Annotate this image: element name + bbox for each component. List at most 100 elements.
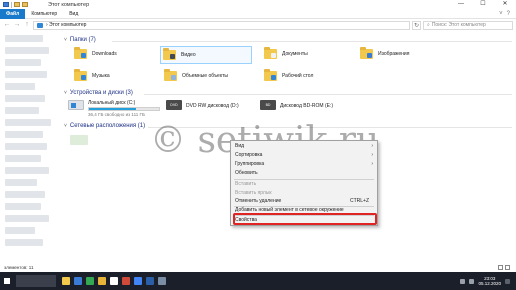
nav-item[interactable] bbox=[5, 143, 47, 150]
folder-icon bbox=[163, 48, 176, 60]
windows-logo-icon bbox=[4, 278, 10, 284]
details-view-icon[interactable] bbox=[498, 265, 503, 270]
expand-ribbon-icon[interactable]: ˅ bbox=[499, 11, 503, 17]
folder-icon bbox=[360, 47, 373, 59]
tab-file[interactable]: Файл bbox=[0, 8, 26, 19]
nav-item[interactable] bbox=[5, 59, 41, 66]
drive-name: DVD RW дисковод (D:) bbox=[186, 103, 239, 109]
folder-icon bbox=[74, 47, 87, 59]
chevron-right-icon: › bbox=[371, 152, 373, 158]
taskbar: 23:03 05.12.2020 bbox=[0, 272, 516, 290]
large-icons-view-icon[interactable] bbox=[505, 265, 510, 270]
nav-item[interactable] bbox=[5, 71, 47, 78]
folder-item[interactable]: Видео bbox=[160, 46, 252, 64]
properties-highlight bbox=[233, 213, 377, 225]
back-button[interactable]: ← bbox=[3, 19, 11, 31]
chevron-down-icon: ˅ bbox=[64, 37, 67, 43]
drive-item[interactable]: DVD DVD RW дисковод (D:) bbox=[166, 100, 239, 110]
computer-icon bbox=[37, 22, 43, 28]
search-placeholder: Поиск: Этот компьютер bbox=[431, 22, 486, 28]
start-button[interactable] bbox=[0, 272, 14, 290]
drive-item[interactable]: BD Дисковод BD-ROM (E:) bbox=[260, 100, 333, 110]
close-button[interactable]: ✕ bbox=[494, 0, 516, 9]
clock-date: 05.12.2020 bbox=[478, 281, 501, 286]
drive-usage-bar bbox=[88, 107, 160, 111]
nav-item[interactable] bbox=[5, 155, 41, 162]
nav-item[interactable] bbox=[5, 95, 45, 102]
folder-item[interactable]: Downloads bbox=[72, 47, 119, 60]
hard-drive-icon bbox=[68, 100, 84, 110]
ribbon-tabs: Файл Компьютер Вид ˅ ? bbox=[0, 8, 516, 19]
taskbar-app-icon[interactable] bbox=[98, 277, 106, 285]
drive-item[interactable]: Локальный диск (C:) 36,4 ГБ свободно из … bbox=[68, 100, 160, 117]
search-icon: ⌕ bbox=[427, 22, 430, 28]
nav-item[interactable] bbox=[5, 227, 35, 234]
refresh-button[interactable]: ↻ bbox=[412, 20, 421, 30]
status-bar: элементов: 11 bbox=[0, 264, 516, 272]
chevron-down-icon: ˅ bbox=[64, 123, 67, 129]
section-folders[interactable]: ˅ Папки (7) bbox=[64, 37, 96, 43]
nav-item[interactable] bbox=[5, 83, 35, 90]
menu-item-sort[interactable]: Сортировка › bbox=[231, 151, 377, 160]
taskbar-app-icon[interactable] bbox=[146, 277, 154, 285]
drive-free-space: 36,4 ГБ свободно из 111 ГБ bbox=[88, 112, 145, 117]
taskbar-search[interactable] bbox=[16, 275, 56, 287]
taskbar-app-icon[interactable] bbox=[74, 277, 82, 285]
nav-item[interactable] bbox=[5, 167, 49, 174]
folder-item[interactable]: Изображения bbox=[358, 47, 411, 60]
taskbar-app-icon[interactable] bbox=[158, 277, 166, 285]
menu-item-view[interactable]: Вид › bbox=[231, 142, 377, 151]
nav-item[interactable] bbox=[5, 215, 49, 222]
folder-item[interactable]: Объемные объекты bbox=[162, 69, 230, 82]
system-tray: 23:03 05.12.2020 bbox=[460, 276, 516, 286]
menu-item-paste: Вставить bbox=[235, 181, 257, 187]
taskbar-app-icon[interactable] bbox=[134, 277, 142, 285]
nav-item[interactable] bbox=[5, 191, 45, 198]
clock[interactable]: 23:03 05.12.2020 bbox=[478, 276, 501, 286]
nav-item[interactable] bbox=[5, 119, 51, 126]
volume-icon[interactable] bbox=[469, 278, 475, 284]
nav-item[interactable] bbox=[5, 131, 43, 138]
nav-item[interactable] bbox=[5, 239, 43, 246]
chevron-right-icon: › bbox=[371, 161, 373, 167]
network-location-icon[interactable] bbox=[70, 135, 88, 145]
taskbar-app-icon[interactable] bbox=[62, 277, 70, 285]
menu-item-undo-delete[interactable]: Отменить удаление CTRL+Z bbox=[231, 197, 377, 206]
section-network[interactable]: ˅ Сетевые расположения (1) bbox=[64, 123, 145, 129]
section-drives[interactable]: ˅ Устройства и диски (3) bbox=[64, 90, 133, 96]
menu-item-group[interactable]: Группировка › bbox=[231, 160, 377, 169]
computer-icon bbox=[3, 2, 9, 7]
search-input[interactable]: ⌕ Поиск: Этот компьютер bbox=[423, 20, 513, 30]
minimize-button[interactable]: — bbox=[450, 0, 472, 9]
tab-view[interactable]: Вид bbox=[63, 9, 84, 19]
nav-item[interactable] bbox=[5, 203, 41, 210]
chevron-down-icon: ˅ bbox=[64, 90, 67, 96]
drive-name: Дисковод BD-ROM (E:) bbox=[280, 103, 334, 109]
nav-item[interactable] bbox=[5, 35, 43, 42]
nav-item[interactable] bbox=[5, 47, 49, 54]
menu-item-refresh[interactable]: Обновить bbox=[231, 169, 377, 178]
forward-button[interactable]: → bbox=[13, 19, 21, 31]
address-field[interactable]: › Этот компьютер bbox=[33, 20, 410, 30]
nav-item[interactable] bbox=[5, 179, 37, 186]
taskbar-app-icon[interactable] bbox=[110, 277, 118, 285]
folder-icon bbox=[164, 69, 177, 81]
properties-icon[interactable] bbox=[14, 2, 20, 7]
network-icon[interactable] bbox=[460, 278, 466, 284]
folder-item[interactable]: Рабочий стол bbox=[262, 69, 315, 82]
tab-computer[interactable]: Компьютер bbox=[25, 9, 63, 19]
new-folder-icon[interactable] bbox=[22, 2, 28, 7]
folder-item[interactable]: Документы bbox=[262, 47, 310, 60]
taskbar-app-icon[interactable] bbox=[86, 277, 94, 285]
taskbar-apps bbox=[62, 277, 166, 285]
taskbar-app-icon[interactable] bbox=[122, 277, 130, 285]
up-button[interactable]: ↑ bbox=[23, 19, 31, 31]
navigation-pane[interactable] bbox=[0, 31, 60, 264]
maximize-button[interactable]: ☐ bbox=[472, 0, 494, 9]
address-path: › Этот компьютер bbox=[46, 22, 87, 28]
chevron-right-icon: › bbox=[371, 143, 373, 149]
nav-item[interactable] bbox=[5, 107, 39, 114]
help-icon[interactable]: ? bbox=[507, 11, 510, 17]
notifications-icon[interactable] bbox=[505, 278, 510, 284]
folder-item[interactable]: Музыка bbox=[72, 69, 112, 82]
